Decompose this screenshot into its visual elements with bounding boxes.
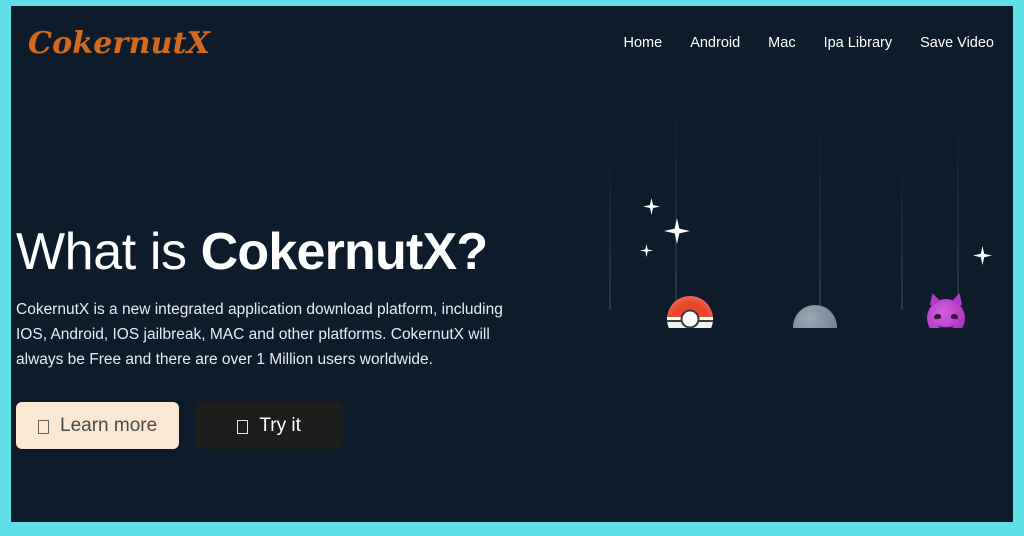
- missing-glyph-box-icon: [38, 419, 49, 434]
- grey-dome-emoji: [793, 305, 837, 328]
- page-container: CokernutX Home Android Mac Ipa Library S…: [11, 6, 1013, 522]
- devil-horn-right-icon: [950, 291, 966, 306]
- sparkle-icon: [640, 244, 653, 257]
- nav-item-home[interactable]: Home: [624, 35, 663, 51]
- falling-streak: [901, 150, 903, 310]
- sparkle-icon: [664, 218, 690, 244]
- devil-mouth: [937, 321, 955, 328]
- nav-item-ipa-library[interactable]: Ipa Library: [824, 35, 893, 51]
- page-title-light: What is: [16, 223, 201, 281]
- pokeball-emoji: [667, 296, 713, 328]
- page-title-strong: CokernutX?: [200, 223, 488, 281]
- falling-streak: [609, 140, 611, 310]
- hero-section: What is CokernutX? CokernutX is a new in…: [16, 224, 536, 450]
- purple-devil-emoji: [926, 291, 966, 328]
- missing-glyph-box-icon: [237, 419, 249, 434]
- nav-item-android[interactable]: Android: [690, 35, 740, 51]
- devil-eye-right: [950, 313, 959, 320]
- devil-glow: [919, 291, 973, 328]
- falling-streak: [819, 120, 821, 310]
- falling-streak: [957, 110, 959, 310]
- nav-item-save-video[interactable]: Save Video: [920, 35, 994, 51]
- learn-more-button-label: Learn more: [60, 414, 158, 436]
- try-it-button[interactable]: Try it: [195, 402, 344, 450]
- try-it-button-label: Try it: [259, 414, 301, 436]
- hero-description: CokernutX is a new integrated applicatio…: [16, 301, 503, 369]
- devil-horn-left-icon: [926, 291, 942, 306]
- devil-eye-left: [933, 313, 942, 320]
- sparkle-icon: [973, 246, 992, 265]
- learn-more-button[interactable]: Learn more: [16, 402, 180, 450]
- site-logo[interactable]: CokernutX: [19, 26, 210, 61]
- page-title: What is CokernutX?: [16, 224, 536, 280]
- cyan-frame: CokernutX Home Android Mac Ipa Library S…: [0, 0, 1024, 536]
- main-navigation: Home Android Mac Ipa Library Save Video: [624, 35, 995, 51]
- site-header: CokernutX Home Android Mac Ipa Library S…: [11, 6, 1013, 80]
- falling-streak: [675, 100, 677, 305]
- nav-item-mac[interactable]: Mac: [768, 35, 795, 51]
- hero-button-group: Learn more Try it: [16, 402, 536, 450]
- hero-artwork: [571, 80, 1013, 328]
- sparkle-icon: [643, 198, 660, 215]
